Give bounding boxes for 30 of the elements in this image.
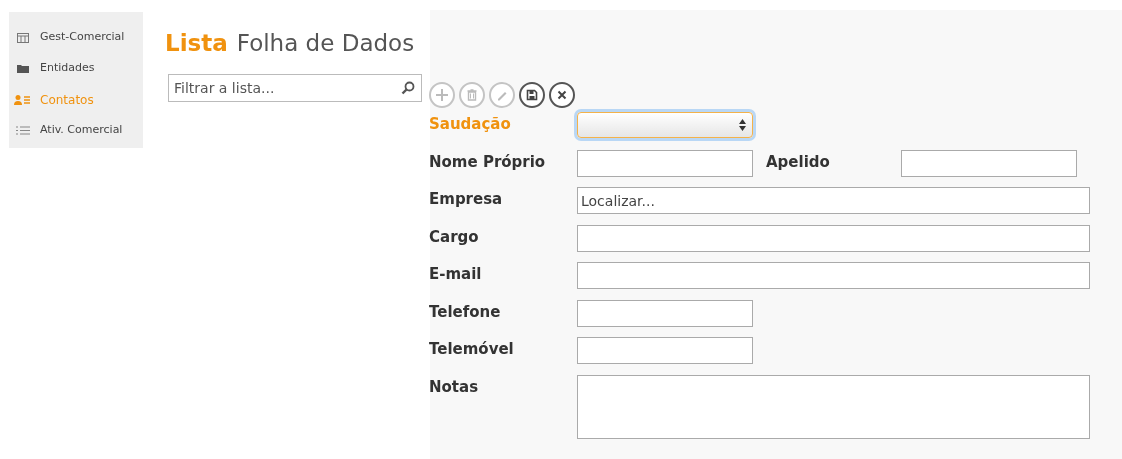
page-subtitle: Folha de Dados <box>236 29 415 58</box>
field-label: Saudação <box>429 114 512 135</box>
input-field[interactable] <box>577 149 753 177</box>
field-label: Nome Próprio <box>429 151 547 173</box>
field-label: Telefone <box>429 301 502 323</box>
field-label: Telemóvel <box>429 339 515 360</box>
input-field[interactable] <box>577 337 753 364</box>
field-label: Empresa <box>429 189 504 210</box>
sidebar-item[interactable]: Ativ. Comercial <box>9 115 143 146</box>
input-field[interactable] <box>577 299 753 327</box>
input-field[interactable] <box>577 262 1090 289</box>
page-title: Lista <box>165 29 228 58</box>
contacts-icon <box>14 94 31 105</box>
list-icon <box>15 126 30 135</box>
calendar-icon <box>16 32 29 43</box>
field-label: E-mail <box>429 264 483 285</box>
field-label: Apelido <box>765 151 831 173</box>
sidebar-item[interactable]: Gest-Comercial <box>9 22 143 53</box>
lookup-field[interactable]: Localizar... <box>577 187 1090 214</box>
search-icon <box>401 80 415 95</box>
sidebar-item[interactable]: Entidades <box>9 53 143 84</box>
filter-field[interactable]: Filtrar a lista... <box>168 73 422 102</box>
field-label: Cargo <box>429 226 480 248</box>
updown-icon <box>739 119 746 131</box>
input-field[interactable] <box>901 149 1077 177</box>
select-field[interactable] <box>577 112 753 138</box>
folder-icon <box>16 64 29 73</box>
notes-field[interactable] <box>577 374 1090 439</box>
input-field[interactable] <box>577 224 1090 252</box>
field-label: Notas <box>429 376 480 398</box>
